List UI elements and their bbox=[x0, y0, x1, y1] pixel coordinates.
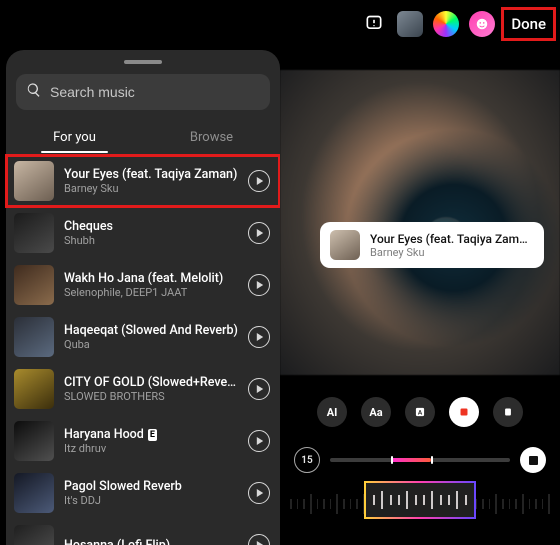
style-ai-button[interactable]: AI bbox=[317, 397, 347, 427]
play-button[interactable] bbox=[248, 170, 270, 192]
timeline-track[interactable] bbox=[330, 458, 510, 462]
search-input[interactable] bbox=[50, 84, 260, 100]
sticker-avatar-icon[interactable] bbox=[397, 11, 423, 37]
song-row[interactable]: Pagol Slowed ReverbIt's DDJ bbox=[6, 467, 280, 519]
music-tabs: For you Browse bbox=[6, 122, 280, 155]
style-font-button[interactable]: Aa bbox=[361, 397, 391, 427]
song-row[interactable]: Your Eyes (feat. Taqiya Zaman)Barney Sku bbox=[6, 155, 280, 207]
duration-badge[interactable]: 15 bbox=[294, 447, 320, 473]
album-art bbox=[14, 161, 54, 201]
album-art bbox=[14, 317, 54, 357]
album-art bbox=[14, 265, 54, 305]
song-title: Pagol Slowed Reverb bbox=[64, 479, 238, 494]
done-button[interactable]: Done bbox=[505, 11, 552, 37]
play-button[interactable] bbox=[248, 326, 270, 348]
scrubber-window[interactable] bbox=[364, 481, 476, 519]
song-artist: Itz dhruv bbox=[64, 442, 238, 455]
sticker-style-bar: AI Aa A bbox=[280, 397, 560, 427]
story-editor-panel: Done Your Eyes (feat. Taqiya Zaman) Barn… bbox=[280, 0, 560, 545]
song-artist: Barney Sku bbox=[64, 182, 238, 195]
play-button[interactable] bbox=[248, 222, 270, 244]
music-sticker-artist: Barney Sku bbox=[370, 246, 534, 259]
song-artist: Shubh bbox=[64, 234, 238, 247]
song-meta: Haqeeqat (Slowed And Reverb)Quba bbox=[64, 323, 238, 351]
song-title: Your Eyes (feat. Taqiya Zaman) bbox=[64, 167, 238, 182]
music-picker-panel: For you Browse Your Eyes (feat. Taqiya Z… bbox=[0, 0, 280, 545]
music-timeline: 15 bbox=[294, 447, 546, 473]
report-icon[interactable] bbox=[361, 11, 387, 37]
song-title: Haqeeqat (Slowed And Reverb) bbox=[64, 323, 238, 338]
song-artist: SLOWED BROTHERS bbox=[64, 390, 238, 403]
sticker-icon[interactable] bbox=[469, 11, 495, 37]
editor-topbar: Done bbox=[280, 6, 560, 42]
search-icon bbox=[26, 82, 42, 102]
style-compact-button[interactable] bbox=[493, 397, 523, 427]
stop-icon bbox=[529, 456, 538, 465]
svg-text:A: A bbox=[418, 408, 423, 416]
play-icon bbox=[256, 177, 264, 185]
song-row[interactable]: Haryana HoodEItz dhruv bbox=[6, 415, 280, 467]
song-row[interactable]: Haqeeqat (Slowed And Reverb)Quba bbox=[6, 311, 280, 363]
album-art bbox=[14, 369, 54, 409]
play-button[interactable] bbox=[248, 482, 270, 504]
album-art bbox=[14, 421, 54, 461]
explicit-badge: E bbox=[148, 429, 157, 441]
play-button[interactable] bbox=[248, 430, 270, 452]
song-meta: Pagol Slowed ReverbIt's DDJ bbox=[64, 479, 238, 507]
sheet-grabber[interactable] bbox=[124, 60, 162, 64]
play-icon bbox=[256, 229, 264, 237]
tab-for-you[interactable]: For you bbox=[6, 122, 143, 155]
play-icon bbox=[256, 489, 264, 497]
play-icon bbox=[256, 437, 264, 445]
song-row[interactable]: Wakh Ho Jana (feat. Melolit)Selenophile,… bbox=[6, 259, 280, 311]
music-sticker-title: Your Eyes (feat. Taqiya Zaman) bbox=[370, 232, 534, 246]
song-title: Wakh Ho Jana (feat. Melolit) bbox=[64, 271, 238, 286]
play-icon bbox=[256, 281, 264, 289]
album-art bbox=[14, 213, 54, 253]
song-title: CITY OF GOLD (Slowed+Reverb) bbox=[64, 375, 238, 390]
music-sticker[interactable]: Your Eyes (feat. Taqiya Zaman) Barney Sk… bbox=[320, 222, 544, 268]
song-list: Your Eyes (feat. Taqiya Zaman)Barney Sku… bbox=[6, 155, 280, 545]
song-title: Haryana HoodE bbox=[64, 427, 238, 442]
play-icon bbox=[256, 385, 264, 393]
song-meta: Hosanna (Lofi Flip) bbox=[64, 538, 238, 545]
song-title: Cheques bbox=[64, 219, 238, 234]
song-meta: Your Eyes (feat. Taqiya Zaman)Barney Sku bbox=[64, 167, 238, 195]
song-artist: It's DDJ bbox=[64, 494, 238, 507]
timeline-stop-button[interactable] bbox=[520, 447, 546, 473]
song-row[interactable]: Hosanna (Lofi Flip) bbox=[6, 519, 280, 545]
play-icon bbox=[256, 541, 264, 545]
album-art bbox=[14, 473, 54, 513]
music-sticker-art bbox=[330, 230, 360, 260]
album-art bbox=[14, 525, 54, 545]
play-icon bbox=[256, 333, 264, 341]
style-letter-button[interactable]: A bbox=[405, 397, 435, 427]
scrubber[interactable] bbox=[280, 481, 560, 523]
style-album-button[interactable] bbox=[449, 397, 479, 427]
music-picker-sheet: For you Browse Your Eyes (feat. Taqiya Z… bbox=[6, 50, 280, 545]
song-meta: Wakh Ho Jana (feat. Melolit)Selenophile,… bbox=[64, 271, 238, 299]
song-meta: Haryana HoodEItz dhruv bbox=[64, 427, 238, 455]
play-button[interactable] bbox=[248, 378, 270, 400]
song-row[interactable]: ChequesShubh bbox=[6, 207, 280, 259]
play-button[interactable] bbox=[248, 534, 270, 545]
song-artist: Quba bbox=[64, 338, 238, 351]
effects-icon[interactable] bbox=[433, 11, 459, 37]
song-title: Hosanna (Lofi Flip) bbox=[64, 538, 238, 545]
search-field[interactable] bbox=[16, 74, 270, 110]
tab-browse[interactable]: Browse bbox=[143, 122, 280, 155]
song-artist: Selenophile, DEEP1 JAAT bbox=[64, 286, 238, 299]
song-meta: CITY OF GOLD (Slowed+Reverb)SLOWED BROTH… bbox=[64, 375, 238, 403]
song-meta: ChequesShubh bbox=[64, 219, 238, 247]
song-row[interactable]: CITY OF GOLD (Slowed+Reverb)SLOWED BROTH… bbox=[6, 363, 280, 415]
play-button[interactable] bbox=[248, 274, 270, 296]
